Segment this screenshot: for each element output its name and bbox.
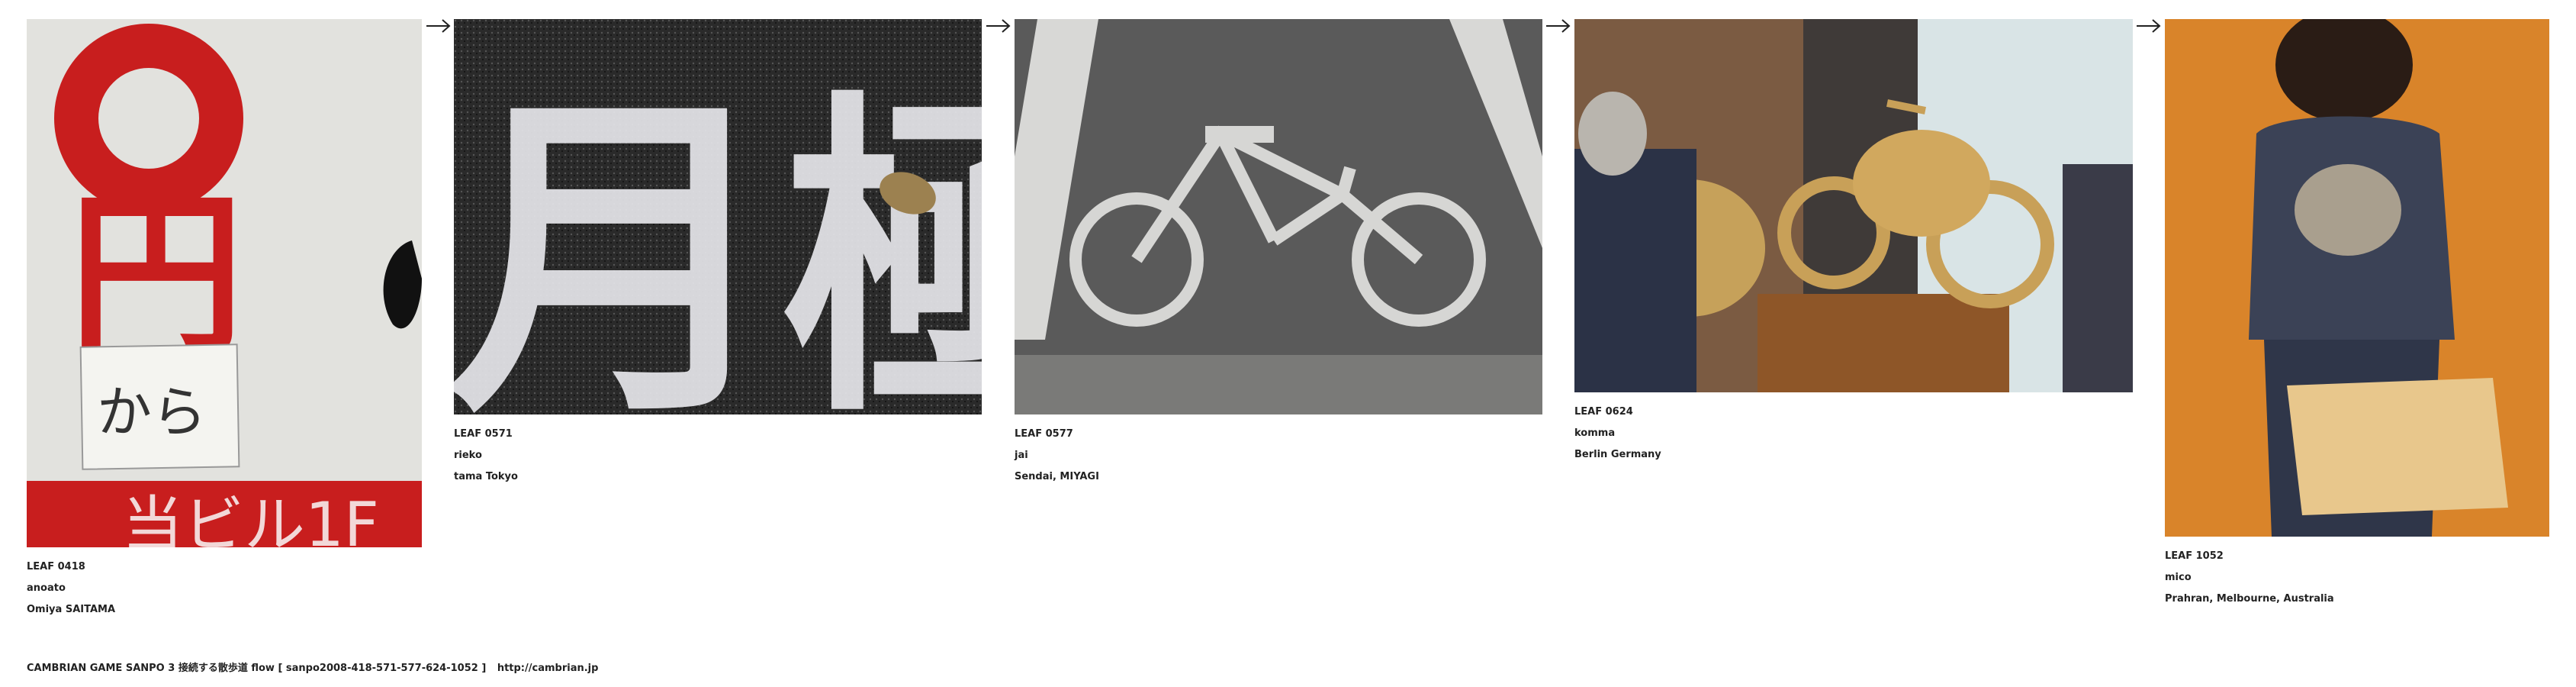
leaf-1052: LEAF 1052 mico Prahran, Melbourne, Austr… <box>2165 19 2549 610</box>
wooden-motorcycle-photo <box>1574 19 2133 392</box>
leaf-number: LEAF 0571 <box>454 428 513 440</box>
arrow-right-icon <box>986 17 1011 35</box>
leaf-author[interactable]: rieko <box>454 445 982 466</box>
footer-link[interactable]: http://cambrian.jp <box>497 663 599 674</box>
leaf-number: LEAF 0577 <box>1015 428 1073 440</box>
footer-text: CAMBRIAN GAME SANPO 3 接続する散歩道 flow [ san… <box>27 663 487 674</box>
leaf-caption: LEAF 0571 rieko tama Tokyo <box>454 424 982 488</box>
road-marking-photo: 月極 <box>454 19 982 414</box>
denim-jacket-photo <box>2165 19 2549 537</box>
leaf-number: LEAF 0418 <box>27 561 85 572</box>
road-text: 月極 <box>454 66 982 414</box>
leaf-location: Prahran, Melbourne, Australia <box>2165 593 2334 605</box>
leaf-number: LEAF 0624 <box>1574 406 1633 418</box>
leaf-caption: LEAF 0577 jai Sendai, MIYAGI <box>1015 424 1542 488</box>
leaf-0577: LEAF 0577 jai Sendai, MIYAGI <box>1015 19 1542 488</box>
arrow-right-icon <box>2136 17 2162 35</box>
leaf-author[interactable]: komma <box>1574 423 2133 444</box>
leaf-location: Berlin Germany <box>1574 449 1661 460</box>
bicycle-lane-photo <box>1015 19 1542 414</box>
leaf-location: tama Tokyo <box>454 471 518 482</box>
leaf-photo[interactable]: 月極 <box>454 19 982 414</box>
leaf-author[interactable]: jai <box>1015 445 1542 466</box>
leaf-location: Omiya SAITAMA <box>27 604 116 615</box>
leaf-caption: LEAF 0418 anoato Omiya SAITAMA <box>27 556 422 621</box>
sign-photo: 円 から 当ビル1F <box>27 19 422 547</box>
page: { "leaves": [ {"number": "LEAF 0418", "a… <box>0 0 2576 687</box>
leaf-caption: LEAF 0624 komma Berlin Germany <box>1574 402 2133 466</box>
arrow-right-icon <box>426 17 452 35</box>
leaf-photo[interactable] <box>2165 19 2549 537</box>
leaf-location: Sendai, MIYAGI <box>1015 471 1099 482</box>
arrow-right-icon <box>1545 17 1571 35</box>
leaf-0418: 円 から 当ビル1F LEAF 0418 anoato Omiya SAITAM… <box>27 19 422 621</box>
footer: CAMBRIAN GAME SANPO 3 接続する散歩道 flow [ san… <box>27 660 598 674</box>
leaf-0624: LEAF 0624 komma Berlin Germany <box>1574 19 2133 466</box>
leaf-photo[interactable]: 円 から 当ビル1F <box>27 19 422 547</box>
leaf-0571: 月極 LEAF 0571 rieko tama Tokyo <box>454 19 982 488</box>
leaf-photo[interactable] <box>1015 19 1542 414</box>
leaf-photo[interactable] <box>1574 19 2133 392</box>
leaf-author[interactable]: mico <box>2165 567 2549 589</box>
sign-bottom-text: 当ビル1F <box>122 489 379 547</box>
note-text: から <box>97 380 207 444</box>
leaf-caption: LEAF 1052 mico Prahran, Melbourne, Austr… <box>2165 546 2549 610</box>
leaf-number: LEAF 1052 <box>2165 550 2224 562</box>
leaf-author[interactable]: anoato <box>27 578 422 599</box>
